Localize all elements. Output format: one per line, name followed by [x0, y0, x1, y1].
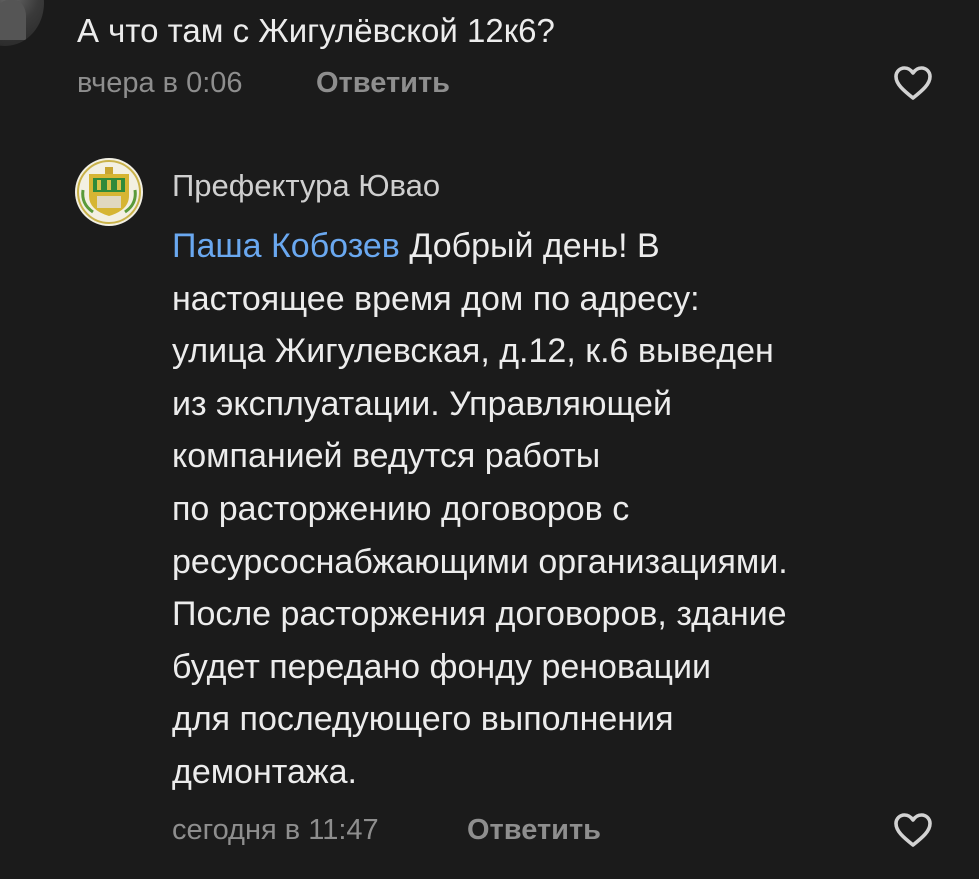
comment-line: компанией ведутся работы	[172, 437, 601, 476]
reply-button[interactable]: Ответить	[316, 67, 450, 100]
comment-text: А что там с Жигулёвской 12к6?	[77, 12, 555, 49]
comment-line: будет передано фонду реновации	[172, 647, 712, 686]
comment-line: Паша Кобозев Добрый день! В	[172, 220, 962, 273]
reply-button[interactable]: Ответить	[467, 814, 601, 847]
comment-body: Паша Кобозев Добрый день! В настоящее вр…	[172, 220, 962, 799]
comment-line: демонтажа.	[172, 752, 358, 791]
comment-line-text: Добрый день! В	[409, 227, 660, 265]
prefecture-emblem-avatar[interactable]	[75, 158, 143, 226]
comment-line: для последующего выполнения	[172, 700, 674, 739]
comment-line: из эксплуатации. Управляющей	[172, 384, 672, 423]
comment-timestamp: вчера в 0:06	[77, 67, 243, 99]
comment-line: настоящее время дом по адресу:	[172, 279, 700, 318]
comment-timestamp: сегодня в 11:47	[172, 814, 379, 846]
user-avatar[interactable]	[0, 0, 44, 46]
like-heart-icon[interactable]	[893, 65, 933, 101]
comment-line: по расторжению договоров с	[172, 489, 630, 528]
comment-author[interactable]: Префектура Ювао	[172, 168, 440, 204]
comment-line: После расторжения договоров, здание	[172, 595, 787, 634]
mention-link[interactable]: Паша Кобозев	[172, 227, 400, 265]
comment-line: улица Жигулевская, д.12, к.6 выведен	[172, 332, 774, 371]
comment-line: ресурсоснабжающими организациями.	[172, 542, 788, 581]
like-heart-icon[interactable]	[893, 812, 933, 848]
